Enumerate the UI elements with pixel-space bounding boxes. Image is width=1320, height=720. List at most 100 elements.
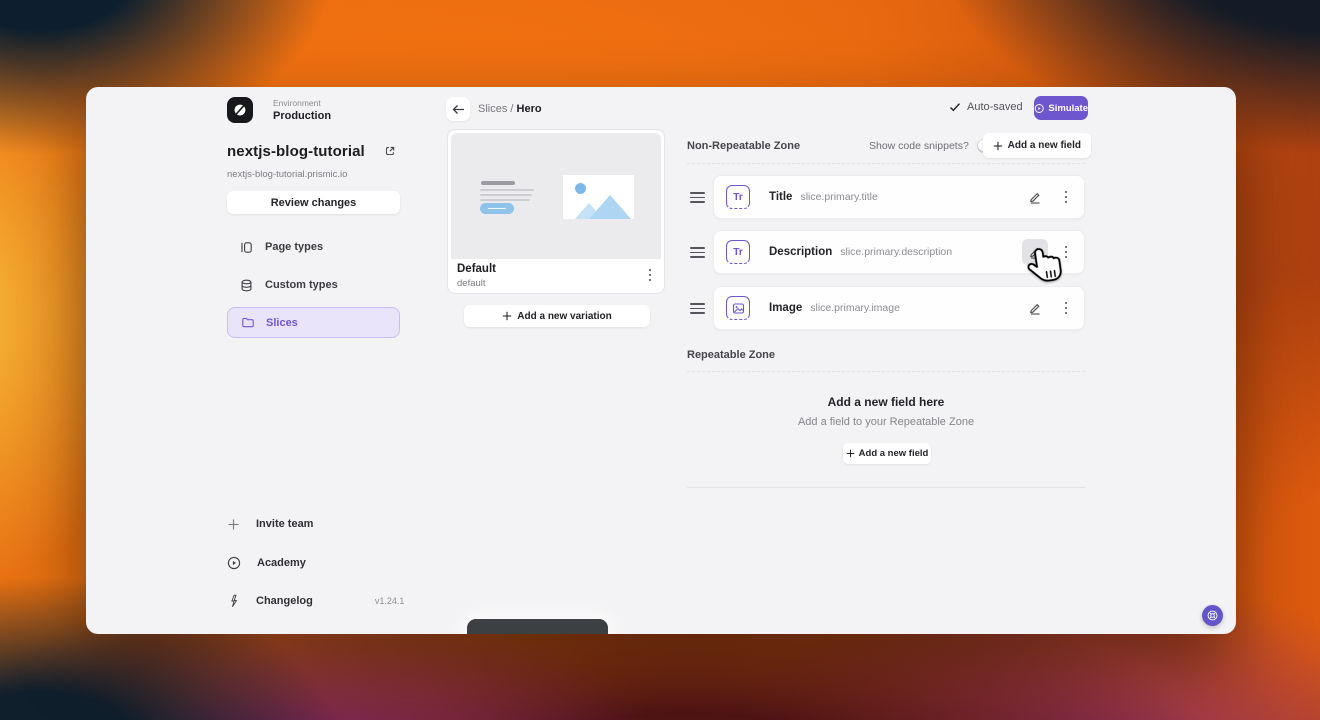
variation-name: Default	[457, 263, 496, 275]
drag-handle[interactable]	[690, 303, 705, 314]
drag-handle[interactable]	[690, 192, 705, 203]
field-label: Title	[769, 191, 793, 203]
add-variation-button[interactable]: Add a new variation	[464, 305, 650, 327]
help-button[interactable]	[1202, 605, 1223, 626]
add-field-button-repeatable[interactable]: Add a new field	[843, 443, 931, 464]
environment-name: Production	[273, 110, 332, 122]
breadcrumb: Slices / Hero	[478, 103, 542, 115]
page-types-icon	[241, 241, 252, 253]
field-row-description[interactable]: Tr Description slice.primary.description	[713, 230, 1085, 274]
invite-team-label: Invite team	[256, 518, 314, 530]
add-variation-label: Add a new variation	[517, 310, 612, 322]
plus-icon	[846, 449, 854, 458]
slices-folder-icon	[242, 317, 254, 328]
field-menu-button[interactable]	[1060, 189, 1072, 205]
field-label: Description	[769, 246, 833, 258]
sidebar-item-page-types[interactable]: Page types	[227, 233, 400, 261]
academy-label: Academy	[257, 557, 306, 569]
sidebar-item-label: Page types	[265, 241, 324, 253]
sidebar-item-label: Custom types	[265, 279, 338, 291]
review-changes-label: Review changes	[270, 196, 357, 209]
breadcrumb-current: Hero	[516, 103, 542, 115]
field-api-id: slice.primary.image	[810, 302, 900, 314]
non-repeatable-zone-header: Non-Repeatable Zone Show code snippets? …	[687, 133, 1091, 158]
repeatable-zone-title: Repeatable Zone	[687, 349, 776, 361]
breadcrumb-divider: /	[510, 103, 514, 115]
mock-sun	[575, 183, 586, 194]
plus-icon	[503, 311, 512, 321]
mock-text-line	[480, 199, 530, 201]
sidebar-item-slices[interactable]: Slices	[227, 307, 400, 338]
external-link-icon[interactable]	[384, 145, 396, 157]
invite-team-button[interactable]: Invite team	[227, 513, 407, 535]
pencil-icon	[1030, 192, 1040, 204]
plus-icon	[993, 141, 1002, 150]
field-label: Image	[769, 302, 803, 314]
edit-field-button[interactable]	[1022, 295, 1048, 321]
academy-button[interactable]: Academy	[227, 552, 407, 574]
autosave-label: Auto-saved	[967, 101, 1023, 113]
mock-text-line	[480, 194, 532, 196]
drag-handle[interactable]	[690, 247, 705, 258]
repeatable-empty-subtitle: Add a field to your Repeatable Zone	[797, 416, 975, 428]
field-menu-button[interactable]	[1060, 300, 1072, 316]
image-field-icon	[726, 296, 750, 320]
toast-notification-peek	[467, 619, 608, 634]
field-api-id: slice.primary.title	[800, 191, 878, 203]
mock-image-placeholder	[563, 175, 634, 219]
breadcrumb-parent[interactable]: Slices	[478, 103, 507, 115]
lifebuoy-icon	[1207, 610, 1218, 621]
slice-machine-logo	[227, 97, 253, 123]
repeatable-empty-title: Add a new field here	[827, 395, 945, 409]
variation-id: default	[457, 278, 486, 289]
add-field-label: Add a new field	[858, 448, 929, 459]
play-circle-icon	[1034, 103, 1044, 113]
field-row-image[interactable]: Image slice.primary.image	[713, 286, 1085, 330]
plus-icon	[228, 519, 239, 529]
edit-field-button[interactable]	[1022, 184, 1048, 210]
rich-text-icon: Tr	[726, 185, 750, 209]
repo-name: nextjs-blog-tutorial	[227, 143, 365, 160]
environment-label: Environment	[273, 98, 321, 108]
slice-preview-thumbnail	[451, 133, 661, 259]
autosave-status: Auto-saved	[949, 101, 1023, 113]
pencil-icon	[1030, 303, 1040, 315]
zone-divider	[687, 371, 1085, 372]
changelog-button[interactable]: Changelog v1.24.1	[227, 590, 407, 612]
simulate-button[interactable]: Simulate	[1034, 96, 1088, 120]
repo-url: nextjs-blog-tutorial.prismic.io	[227, 169, 348, 180]
pencil-icon	[1030, 247, 1040, 259]
edit-field-button-hovered[interactable]	[1022, 239, 1048, 265]
field-row-title[interactable]: Tr Title slice.primary.title	[713, 175, 1085, 219]
simulate-label: Simulate	[1048, 102, 1088, 114]
mock-mountain-large	[589, 195, 631, 219]
arrow-left-icon	[452, 104, 464, 114]
non-repeatable-zone-title: Non-Repeatable Zone	[687, 139, 801, 152]
changelog-bolt-icon	[231, 594, 238, 608]
mock-text-line	[480, 189, 534, 191]
variation-card-default[interactable]: Default default	[447, 129, 665, 294]
rich-text-icon: Tr	[726, 240, 750, 264]
zone-divider	[687, 163, 1085, 164]
play-circle-icon	[227, 556, 241, 570]
slice-machine-window: Environment Production nextjs-blog-tutor…	[86, 87, 1236, 634]
environment-block[interactable]: Environment Production	[273, 98, 331, 122]
mock-cta-button	[480, 203, 514, 214]
zone-divider	[687, 487, 1085, 488]
field-api-id: slice.primary.description	[840, 246, 953, 258]
check-icon	[949, 103, 961, 112]
code-snippets-label: Show code snippets?	[869, 139, 969, 152]
variation-menu-button[interactable]	[644, 267, 656, 283]
mock-heading-line	[481, 181, 515, 185]
logo-slash-circle-icon	[234, 104, 246, 116]
sidebar-item-label: Slices	[266, 316, 298, 329]
changelog-label: Changelog	[256, 595, 313, 607]
review-changes-button[interactable]: Review changes	[227, 191, 400, 214]
field-menu-button[interactable]	[1060, 244, 1072, 260]
sidebar-item-custom-types[interactable]: Custom types	[227, 271, 400, 299]
add-field-button-top[interactable]: Add a new field	[982, 133, 1091, 158]
custom-types-icon	[241, 279, 252, 291]
version-label: v1.24.1	[374, 596, 405, 606]
add-field-label: Add a new field	[1007, 140, 1081, 151]
back-button[interactable]	[446, 97, 470, 121]
